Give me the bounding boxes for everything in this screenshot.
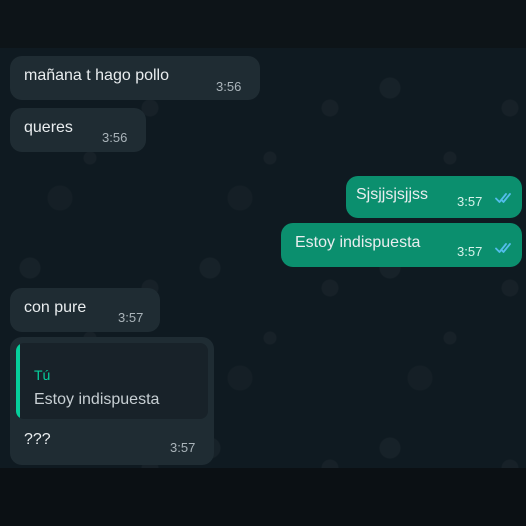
- message-time: 3:57: [457, 244, 483, 259]
- message-time: 3:56: [102, 130, 128, 145]
- message-outgoing[interactable]: Sjsjjsjsjjss 3:57: [346, 176, 522, 218]
- top-bar: [0, 0, 526, 48]
- message-text: con pure: [24, 299, 87, 316]
- bottom-bar: [0, 468, 526, 526]
- message-text: Sjsjjsjsjjss: [356, 186, 428, 203]
- message-text: queres: [24, 119, 73, 136]
- message-time: 3:57: [170, 440, 196, 455]
- message-incoming-reply[interactable]: Tú Estoy indispuesta ??? 3:57: [10, 337, 214, 465]
- message-time: 3:57: [457, 194, 483, 209]
- message-incoming[interactable]: con pure 3:57: [10, 288, 160, 332]
- quote-author: Tú: [34, 367, 51, 383]
- message-text: ???: [24, 431, 51, 448]
- message-incoming[interactable]: mañana t hago pollo 3:56: [10, 56, 260, 100]
- double-check-icon: [495, 193, 511, 203]
- message-text: mañana t hago pollo: [24, 67, 169, 84]
- message-outgoing[interactable]: Estoy indispuesta 3:57: [281, 223, 522, 267]
- quoted-message[interactable]: Tú Estoy indispuesta: [16, 343, 208, 419]
- message-incoming[interactable]: queres 3:56: [10, 108, 146, 152]
- message-text: Estoy indispuesta: [295, 234, 421, 251]
- message-time: 3:56: [216, 79, 242, 94]
- quote-accent-bar: [16, 343, 20, 419]
- quote-text: Estoy indispuesta: [34, 391, 160, 408]
- double-check-icon: [495, 243, 511, 253]
- message-time: 3:57: [118, 310, 144, 325]
